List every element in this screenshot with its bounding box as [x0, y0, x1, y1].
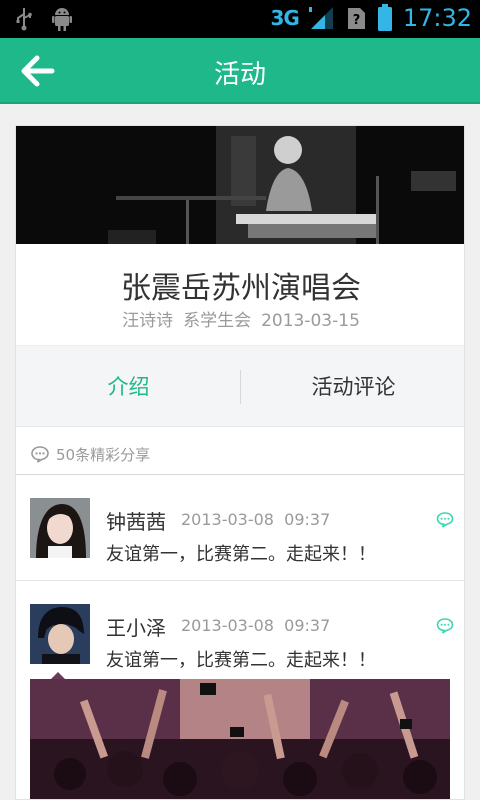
app-bar: 活动: [0, 38, 480, 104]
event-banner-image: [16, 126, 464, 244]
event-card: 张震岳苏州演唱会 汪诗诗 系学生会 2013-03-15 介绍 活动评论 50条精彩…: [15, 125, 465, 800]
comment-timestamp: 2013-03-08 09:37: [181, 616, 330, 635]
clock: 17:32: [402, 4, 472, 32]
comment-author[interactable]: 王小泽: [106, 612, 166, 641]
event-organizer: 汪诗诗: [122, 311, 174, 331]
usb-icon: [16, 8, 32, 31]
event-department: 系学生会: [183, 311, 252, 331]
comment-timestamp: 2013-03-08 09:37: [181, 510, 330, 529]
comment-text: 友谊第一，比赛第二。走起来！！: [106, 650, 376, 671]
comment-photo[interactable]: [30, 679, 450, 799]
svg-text:?: ?: [353, 13, 361, 28]
tab-intro[interactable]: 介绍: [16, 346, 241, 428]
comment-date: 2013-03-08: [181, 510, 274, 529]
event-title: 张震岳苏州演唱会: [121, 271, 361, 306]
page-title: 活动: [213, 60, 266, 90]
reply-icon[interactable]: [436, 618, 454, 634]
comment-author[interactable]: 钟茜茜: [106, 506, 166, 535]
comment-time: 09:37: [284, 616, 331, 635]
network-type: 3G: [270, 6, 299, 30]
reply-icon[interactable]: [436, 512, 454, 528]
tab-bar: 介绍 活动评论: [16, 345, 464, 428]
divider: [16, 474, 464, 475]
avatar[interactable]: [30, 604, 90, 664]
divider: [16, 580, 464, 581]
avatar[interactable]: [30, 498, 90, 558]
tab-comments[interactable]: 活动评论: [241, 346, 464, 428]
comment-text: 友谊第一，比赛第二。走起来！！: [106, 544, 376, 565]
share-count: 50条精彩分享: [56, 446, 151, 464]
event-meta: 汪诗诗 系学生会 2013-03-15: [16, 306, 464, 331]
comment-item: 钟茜茜 2013-03-08 09:37 友谊第一，比赛第二。走起来！！: [16, 498, 464, 580]
comment-time: 09:37: [284, 510, 331, 529]
android-debug-icon: [52, 8, 72, 31]
sim-icon: ?: [347, 8, 365, 29]
comment-date: 2013-03-08: [181, 616, 274, 635]
comment-bubble-icon: [31, 446, 49, 463]
event-date: 2013-03-15: [261, 311, 360, 331]
comment-item: 王小泽 2013-03-08 09:37 友谊第一，比赛第二。走起来！！: [16, 604, 464, 684]
share-count-row: 50条精彩分享: [31, 444, 150, 465]
battery-icon: [377, 4, 392, 31]
status-bar: 3G ? 17:32: [0, 0, 480, 38]
signal-icon: [308, 7, 333, 29]
